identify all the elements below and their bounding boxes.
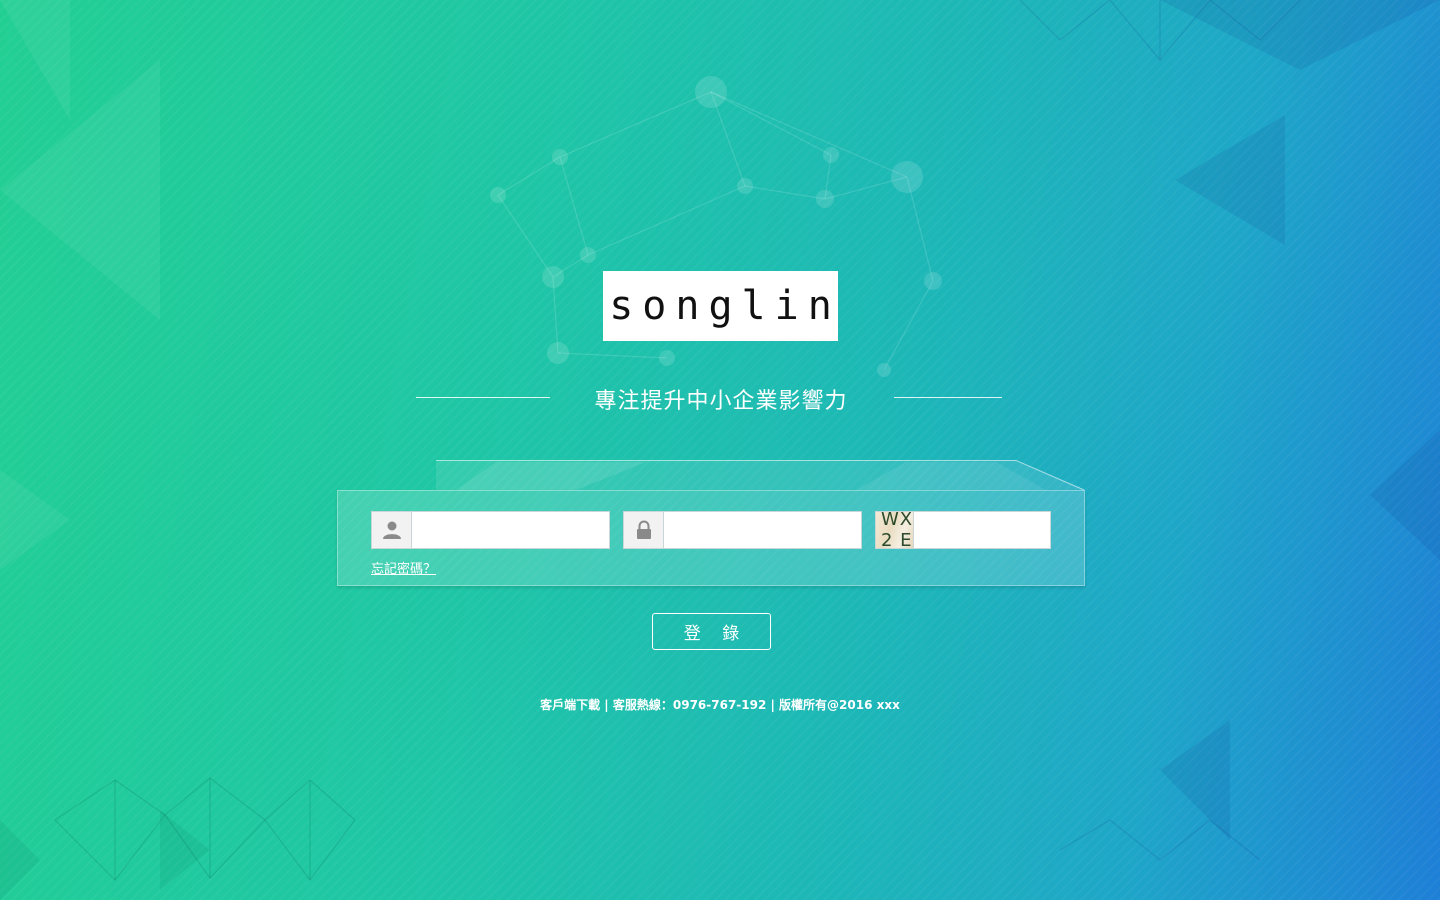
login-form-panel: WX 2 E 忘記密碼？: [337, 490, 1105, 586]
panel-top-bevel: [436, 460, 1086, 491]
username-field: [371, 511, 610, 549]
tagline-divider-left: [416, 397, 550, 398]
footer-text: 客戶端下載 | 客服熱線：0976-767-192 | 版權所有@2016 xx…: [540, 698, 900, 712]
brand-logo-text: songlin: [609, 283, 841, 329]
brand-logo: songlin: [603, 271, 838, 341]
username-input[interactable]: [412, 512, 609, 548]
forgot-password-link[interactable]: 忘記密碼？: [371, 558, 436, 577]
tagline-divider-right: [894, 397, 1002, 398]
tagline: 專注提升中小企業影響力: [594, 389, 848, 414]
tagline-row: 專注提升中小企業影響力: [416, 380, 1002, 414]
captcha-field: WX 2 E: [875, 509, 1105, 551]
captcha-input[interactable]: [914, 512, 1105, 548]
captcha-text: WX 2 E: [881, 509, 914, 551]
captcha-image[interactable]: WX 2 E: [876, 509, 915, 551]
user-icon: [372, 512, 412, 548]
background-network-decoration: [0, 0, 1440, 900]
lock-icon: [624, 512, 664, 548]
password-input[interactable]: [664, 512, 861, 548]
login-button[interactable]: 登 錄: [652, 613, 771, 650]
password-field: [623, 511, 862, 549]
login-page: songlin 專注提升中小企業影響力 WX 2 E 忘記密碼？ 登 錄 客戶端…: [0, 0, 1440, 900]
